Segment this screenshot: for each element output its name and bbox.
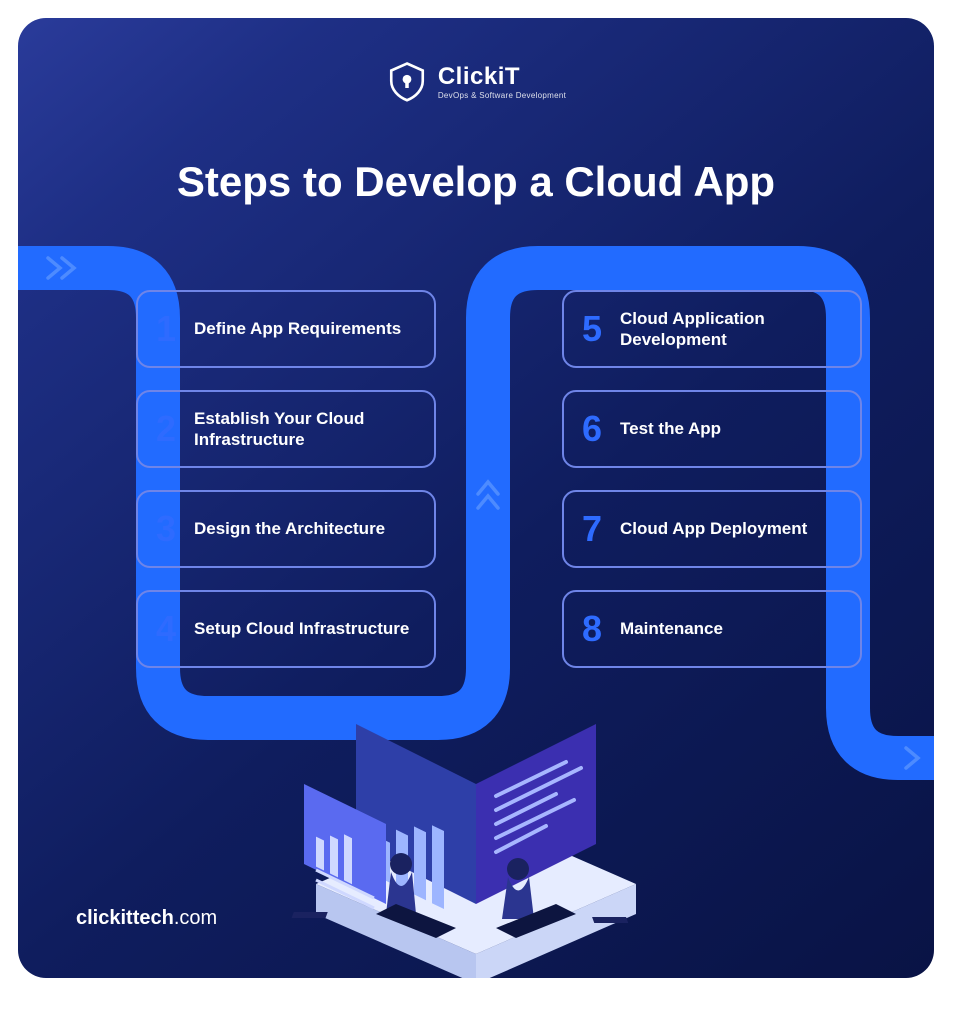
step-number: 6	[578, 411, 606, 447]
steps-column-left: 1 Define App Requirements 2 Establish Yo…	[136, 290, 436, 668]
step-card: 3 Design the Architecture	[136, 490, 436, 568]
step-number: 4	[152, 611, 180, 647]
footer-rest: .com	[174, 907, 217, 929]
brand-logo: ClickiT DevOps & Software Development	[18, 60, 934, 102]
step-number: 3	[152, 511, 180, 547]
step-label: Cloud Application Development	[620, 308, 844, 351]
step-card: 6 Test the App	[562, 390, 862, 468]
step-card: 1 Define App Requirements	[136, 290, 436, 368]
step-card: 8 Maintenance	[562, 590, 862, 668]
steps-column-right: 5 Cloud Application Development 6 Test t…	[562, 290, 862, 668]
step-label: Cloud App Deployment	[620, 518, 807, 539]
step-label: Setup Cloud Infrastructure	[194, 618, 409, 639]
step-number: 1	[152, 311, 180, 347]
step-card: 2 Establish Your Cloud Infrastructure	[136, 390, 436, 468]
page-title: Steps to Develop a Cloud App	[18, 158, 934, 206]
step-number: 2	[152, 411, 180, 447]
step-number: 7	[578, 511, 606, 547]
footer-bold: clickittech	[76, 907, 174, 929]
brand-tagline: DevOps & Software Development	[438, 91, 566, 100]
step-label: Define App Requirements	[194, 318, 401, 339]
step-card: 5 Cloud Application Development	[562, 290, 862, 368]
step-label: Test the App	[620, 418, 721, 439]
isometric-illustration	[286, 664, 666, 978]
step-card: 4 Setup Cloud Infrastructure	[136, 590, 436, 668]
step-label: Design the Architecture	[194, 518, 385, 539]
infographic-card: ClickiT DevOps & Software Development St…	[18, 18, 934, 978]
step-label: Maintenance	[620, 618, 723, 639]
brand-name: ClickiT	[438, 63, 566, 91]
footer-domain: clickittech.com	[76, 907, 217, 930]
shield-icon	[386, 60, 428, 102]
step-card: 7 Cloud App Deployment	[562, 490, 862, 568]
step-number: 5	[578, 311, 606, 347]
step-label: Establish Your Cloud Infrastructure	[194, 408, 418, 451]
step-number: 8	[578, 611, 606, 647]
